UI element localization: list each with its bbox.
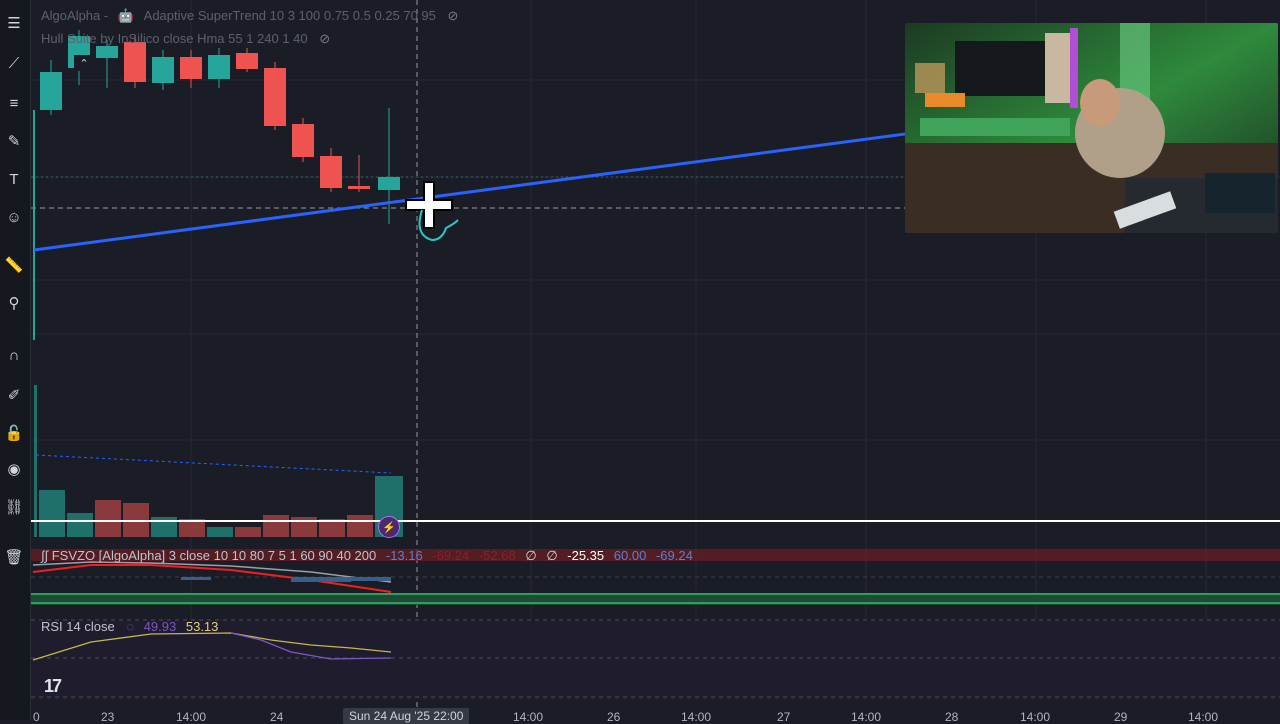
fsvzo-value: -69.24 [432,548,470,563]
alert-bolt-icon[interactable]: ⚡ [378,516,400,538]
menu-icon[interactable]: ☰ [3,12,25,34]
ruler-icon[interactable]: 📏 [3,254,25,276]
time-tick: 29 [1114,710,1128,724]
link-icon[interactable]: ⛓ [3,496,25,518]
time-tick: 14:00 [1188,710,1219,724]
crosshair-time-label: Sun 24 Aug '25 22:00 [343,708,470,724]
brush-icon[interactable]: ✎ [3,130,25,152]
candle [96,40,118,88]
fsvzo-label: ∫∫ FSVZO [AlgoAlpha] 3 close 10 10 80 7 … [41,548,377,563]
time-tick: 24 [270,710,284,724]
candle [236,48,258,72]
volume-bars [34,385,403,537]
candle [378,108,400,224]
text-icon[interactable]: T [3,168,25,190]
time-tick: 14:00 [176,710,207,724]
time-tick: 14:00 [513,710,544,724]
zoom-icon[interactable]: ⚲ [3,292,25,314]
tradingview-logo: 17 [44,676,62,696]
rsi-label: RSI 14 close [41,619,115,634]
robot-icon: 🤖 [117,8,135,23]
candle [292,118,314,162]
time-tick: 14:00 [681,710,712,724]
emoji-icon[interactable]: ☺ [3,206,25,228]
hidden-eye-icon[interactable]: ⊘ [319,31,330,46]
hidden-eye-icon[interactable]: ⊘ [448,8,459,23]
candles [40,30,400,224]
supertrend-name: AlgoAlpha - [41,8,109,23]
volume-ma-line [35,454,392,474]
time-tick: 23 [101,710,115,724]
rsi-legend[interactable]: RSI 14 close ◌ 49.93 53.13 [41,619,218,634]
candle [320,148,342,192]
hull-label: Hull Suite by InSilico close Hma 55 1 24… [41,31,308,46]
fsvzo-value: -13.16 [385,548,423,563]
fib-icon[interactable]: ≡ [3,92,25,114]
trend-line-icon[interactable]: ⟋ [3,52,25,74]
webcam-overlay [905,23,1278,233]
time-tick: 14:00 [851,710,882,724]
candle [264,62,286,130]
supertrend-label: Adaptive SuperTrend 10 3 100 0.75 0.5 0.… [143,8,436,23]
time-tick: 14:00 [1020,710,1051,724]
loading-icon: ◌ [126,619,135,634]
webcam-image [905,23,1278,233]
rsi-value: 53.13 [185,619,219,634]
candle [180,50,202,88]
collapse-legend-button[interactable]: ⌃ [74,55,94,71]
time-tick: 26 [607,710,621,724]
fsvzo-value: ∅ [546,548,558,563]
lock-drawing-icon[interactable]: ✐ [3,384,25,406]
candle [40,60,62,115]
magnet-icon[interactable]: ∩ [3,344,25,366]
fsvzo-legend[interactable]: ∫∫ FSVZO [AlgoAlpha] 3 close 10 10 80 7 … [41,548,693,564]
candle [348,155,370,192]
time-tick: 27 [777,710,791,724]
fsvzo-value: -25.35 [567,548,605,563]
trash-icon[interactable]: 🗑 [3,546,25,568]
fsvzo-value: -52.68 [478,548,516,563]
candle [208,48,230,88]
time-tick: 28 [945,710,959,724]
drawing-toolbar: ☰ ⟋ ≡ ✎ T ☺ 📏 ⚲ ∩ ✐ 🔓 ◉ ⛓ 🗑 [0,0,31,720]
fsvzo-value: 60.00 [613,548,647,563]
candle [152,50,174,90]
hull-legend[interactable]: Hull Suite by InSilico close Hma 55 1 24… [41,31,330,47]
supertrend-legend[interactable]: AlgoAlpha - 🤖 Adaptive SuperTrend 10 3 1… [41,8,458,24]
rsi-ma-value: 49.93 [143,619,177,634]
eye-icon[interactable]: ◉ [3,458,25,480]
fsvzo-value: ∅ [525,548,537,563]
crosshair-cursor-icon [405,181,459,242]
time-tick: 0 [33,710,40,724]
fsvzo-value: -69.24 [655,548,693,563]
lock-icon[interactable]: 🔓 [3,422,25,444]
